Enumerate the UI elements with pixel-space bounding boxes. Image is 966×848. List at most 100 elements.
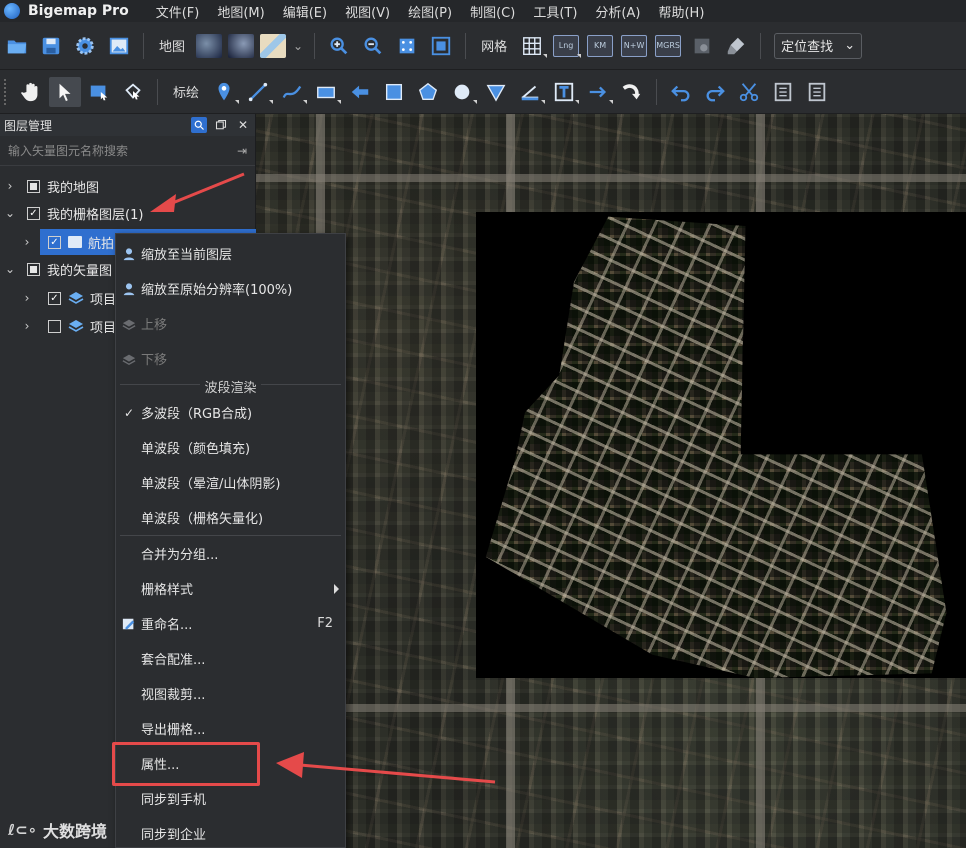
tree-item-aerial-caret[interactable]: › <box>20 229 40 255</box>
node-edit-icon[interactable] <box>117 77 149 107</box>
menu-item-merge-group[interactable]: 合并为分组... <box>116 536 345 571</box>
menu-draw[interactable]: 绘图(P) <box>399 2 461 21</box>
toolbar-grip[interactable] <box>4 78 8 105</box>
menu-item-singleband-vectorize[interactable]: 单波段（栅格矢量化) <box>116 500 345 535</box>
settings-gear-icon[interactable] <box>69 31 101 61</box>
nw-grid-icon[interactable]: N+W <box>618 31 650 61</box>
pentagon-icon[interactable] <box>412 77 444 107</box>
marker-icon[interactable] <box>208 77 240 107</box>
measure-icon[interactable] <box>514 77 546 107</box>
layers-icon <box>68 292 84 304</box>
cut-icon[interactable] <box>733 77 765 107</box>
toolbar-separator <box>656 78 658 105</box>
road-basemap-thumb[interactable] <box>260 33 287 58</box>
grid-settings-icon[interactable] <box>686 31 718 61</box>
tree-checkbox[interactable] <box>48 319 61 333</box>
line-icon[interactable] <box>242 77 274 107</box>
tree-item-label: 项目 <box>90 292 117 308</box>
chevron-right-icon[interactable]: › <box>20 319 34 333</box>
text-icon[interactable] <box>548 77 580 107</box>
zoom-in-icon[interactable] <box>323 31 355 61</box>
grid-icon[interactable] <box>516 31 548 61</box>
menu-tools[interactable]: 工具(T) <box>524 2 586 21</box>
redo-icon[interactable] <box>699 77 731 107</box>
tree-checkbox[interactable] <box>27 179 40 193</box>
tree-checkbox[interactable]: ✓ <box>27 206 40 220</box>
tree-checkbox[interactable]: ✓ <box>48 235 61 249</box>
circle-icon[interactable] <box>446 77 478 107</box>
zoom-extent-icon[interactable] <box>391 31 423 61</box>
tree-item-my-map[interactable]: › 我的地图 <box>0 173 256 199</box>
curved-arrow-icon[interactable] <box>616 77 648 107</box>
collapse-icon[interactable]: ⇥ <box>237 144 247 158</box>
layer-search-input[interactable] <box>8 143 218 158</box>
menu-help[interactable]: 帮助(H) <box>649 2 713 21</box>
tree-checkbox[interactable] <box>27 262 40 276</box>
satellite-basemap-thumb[interactable] <box>196 33 223 58</box>
menu-item-singleband-color[interactable]: 单波段（颜色填充) <box>116 430 345 465</box>
layer-up-icon <box>121 316 137 332</box>
full-extent-icon[interactable] <box>425 31 457 61</box>
tree-item-raster-layers[interactable]: ⌄ ✓ 我的栅格图层(1) <box>0 200 256 226</box>
menu-file[interactable]: 文件(F) <box>147 2 209 21</box>
menu-item-multiband-rgb[interactable]: ✓ 多波段（RGB合成) <box>116 395 345 430</box>
chevron-right-icon[interactable]: › <box>3 179 17 193</box>
watermark: ℓ⊂∘ 大数跨境 <box>8 818 107 842</box>
locate-search-select[interactable]: 定位查找 ⌄ <box>774 32 863 59</box>
menu-item-move-up[interactable]: 上移 <box>116 306 345 341</box>
menu-item-zoom-to-layer[interactable]: 缩放至当前图层 <box>116 236 345 271</box>
chevron-right-icon[interactable]: › <box>20 235 34 249</box>
pan-hand-icon[interactable] <box>15 77 47 107</box>
satellite-basemap-thumb-2[interactable] <box>228 33 255 58</box>
check-icon: ✓ <box>123 405 135 420</box>
menu-item-raster-style[interactable]: 栅格样式 <box>116 571 345 606</box>
menu-item-move-down[interactable]: 下移 <box>116 341 345 376</box>
chevron-down-icon: ⌄ <box>844 38 856 53</box>
image-select-icon[interactable] <box>83 77 115 107</box>
sector-icon[interactable] <box>480 77 512 107</box>
menu-item-sync-enterprise[interactable]: 同步到企业 <box>116 816 345 848</box>
menu-cartography[interactable]: 制图(C) <box>461 2 524 21</box>
km-grid-icon[interactable]: KM <box>584 31 616 61</box>
chevron-right-icon[interactable]: › <box>20 291 34 305</box>
square-icon[interactable] <box>378 77 410 107</box>
save-icon[interactable] <box>35 31 67 61</box>
zoom-out-icon[interactable] <box>357 31 389 61</box>
menu-item-sync-phone[interactable]: 同步到手机 <box>116 781 345 816</box>
search-icon[interactable] <box>191 117 207 133</box>
menu-item-export-raster[interactable]: 导出栅格... <box>116 711 345 746</box>
chevron-down-icon[interactable]: ⌄ <box>293 39 303 53</box>
tree-item-label: 我的矢量图 <box>47 263 113 279</box>
menu-item-zoom-to-native[interactable]: 缩放至原始分辨率(100%) <box>116 271 345 306</box>
menu-view[interactable]: 视图(V) <box>336 2 399 21</box>
menu-item-georeference[interactable]: 套合配准... <box>116 641 345 676</box>
attribute-icon[interactable] <box>767 77 799 107</box>
image-icon[interactable] <box>103 31 135 61</box>
lnglat-grid-icon[interactable]: Lng <box>550 31 582 61</box>
curve-icon[interactable] <box>276 77 308 107</box>
list-icon[interactable] <box>801 77 833 107</box>
close-icon[interactable]: ✕ <box>235 117 251 133</box>
menu-item-rename[interactable]: 重命名... F2 <box>116 606 345 641</box>
select-arrow-icon[interactable] <box>49 76 81 107</box>
map-canvas[interactable] <box>256 114 966 848</box>
rectangle-icon[interactable] <box>310 77 342 107</box>
erase-brush-icon[interactable] <box>720 31 752 61</box>
layer-down-icon <box>121 351 137 367</box>
mgrs-grid-icon[interactable]: MGRS <box>652 31 684 61</box>
aerial-raster-image <box>476 212 966 678</box>
undo-icon[interactable] <box>665 77 697 107</box>
arrow-shape-icon[interactable] <box>344 77 376 107</box>
chevron-down-icon[interactable]: ⌄ <box>3 262 17 276</box>
menu-item-singleband-hillshade[interactable]: 单波段（晕渲/山体阴影) <box>116 465 345 500</box>
menu-analysis[interactable]: 分析(A) <box>586 2 649 21</box>
menu-map[interactable]: 地图(M) <box>208 2 273 21</box>
panel-tools: ✕ <box>191 117 251 133</box>
chevron-down-icon[interactable]: ⌄ <box>3 206 17 220</box>
menu-item-view-clip[interactable]: 视图裁剪... <box>116 676 345 711</box>
menu-edit[interactable]: 编辑(E) <box>274 2 336 21</box>
tree-checkbox[interactable]: ✓ <box>48 291 61 305</box>
float-window-icon[interactable] <box>213 117 229 133</box>
straight-arrow-icon[interactable] <box>582 77 614 107</box>
open-folder-icon[interactable] <box>1 31 33 61</box>
